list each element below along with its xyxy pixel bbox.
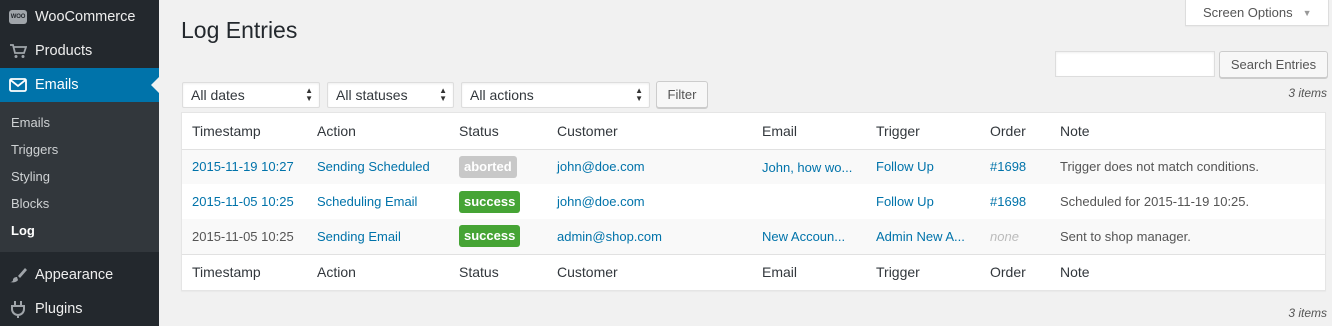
table-header-row: Timestamp Action Status Customer Email T… — [182, 113, 1325, 150]
table-row: 2015-11-05 10:25 Sending Email success a… — [182, 219, 1325, 254]
column-header-customer: Customer — [547, 113, 752, 150]
menu-item-label: Plugins — [35, 301, 83, 317]
trigger-link[interactable]: Admin New A... — [876, 229, 965, 244]
customer-link[interactable]: john@doe.com — [557, 159, 645, 174]
order-link[interactable]: #1698 — [990, 159, 1026, 174]
action-link[interactable]: Scheduling Email — [317, 194, 417, 209]
table-footer-row: Timestamp Action Status Customer Email T… — [182, 253, 1325, 289]
table-row: 2015-11-19 10:27 Sending Scheduled abort… — [182, 149, 1325, 184]
column-header-trigger: Trigger — [866, 113, 980, 150]
customer-link[interactable]: john@doe.com — [557, 194, 645, 209]
menu-item-plugins[interactable]: Plugins — [0, 292, 159, 326]
submenu-item-triggers[interactable]: Triggers — [0, 136, 159, 163]
order-link[interactable]: #1698 — [990, 194, 1026, 209]
woo-icon: WOO — [8, 7, 28, 27]
action-link[interactable]: Sending Scheduled — [317, 159, 430, 174]
column-header-email: Email — [752, 113, 866, 150]
submenu-item-log[interactable]: Log — [0, 217, 159, 244]
timestamp-link[interactable]: 2015-11-19 10:27 — [192, 159, 294, 174]
envelope-icon — [8, 75, 28, 95]
screen-options-button[interactable]: Screen Options ▼ — [1185, 0, 1329, 26]
column-footer-status: Status — [449, 253, 547, 289]
select-arrows-icon: ▲ ▼ — [305, 86, 313, 103]
status-badge: aborted — [459, 155, 517, 178]
main-content: Screen Options ▼ Log Entries Search Entr… — [159, 0, 1332, 326]
column-footer-timestamp: Timestamp — [182, 253, 307, 289]
trigger-link[interactable]: Follow Up — [876, 194, 934, 209]
search-entries-button[interactable]: Search Entries — [1219, 51, 1328, 78]
menu-item-appearance[interactable]: Appearance — [0, 258, 159, 292]
customer-link[interactable]: admin@shop.com — [557, 229, 662, 244]
column-footer-trigger: Trigger — [866, 253, 980, 289]
column-footer-email: Email — [752, 253, 866, 289]
timestamp-link[interactable]: 2015-11-05 10:25 — [192, 194, 294, 209]
email-link[interactable]: John, how wo... — [762, 160, 852, 175]
select-arrows-icon: ▲ ▼ — [439, 86, 447, 103]
menu-item-emails[interactable]: Emails — [0, 68, 159, 102]
status-badge: success — [459, 190, 521, 213]
submenu-item-blocks[interactable]: Blocks — [0, 190, 159, 217]
column-header-status: Status — [449, 113, 547, 150]
note-text: Trigger does not match conditions. — [1050, 149, 1325, 184]
column-header-action: Action — [307, 113, 449, 150]
actions-select[interactable]: All actions ▲ ▼ — [461, 82, 650, 108]
admin-sidebar: WOO WooCommerce Products Emails Emails T… — [0, 0, 159, 326]
items-count: 3 items — [1288, 86, 1327, 100]
email-link[interactable]: New Accoun... — [762, 229, 845, 244]
caret-down-icon: ▼ — [1302, 7, 1312, 18]
page-title: Log Entries — [181, 17, 298, 43]
menu-item-label: Products — [35, 43, 93, 59]
table-row: 2015-11-05 10:25 Scheduling Email succes… — [182, 184, 1325, 219]
items-count-bottom: 3 items — [1288, 306, 1327, 320]
status-badge: success — [459, 225, 521, 248]
plugin-icon — [8, 299, 28, 319]
actions-select-value: All actions — [470, 87, 534, 103]
email-cell — [752, 184, 866, 219]
column-footer-action: Action — [307, 253, 449, 289]
screen-options-label: Screen Options — [1203, 5, 1293, 20]
paintbrush-icon — [8, 265, 28, 285]
column-header-order: Order — [980, 113, 1050, 150]
column-footer-note: Note — [1050, 253, 1325, 289]
cart-icon — [8, 41, 28, 61]
action-link[interactable]: Sending Email — [317, 229, 401, 244]
submenu-item-styling[interactable]: Styling — [0, 163, 159, 190]
menu-item-label: Appearance — [35, 267, 114, 283]
filter-button[interactable]: Filter — [656, 81, 708, 108]
emails-submenu: Emails Triggers Styling Blocks Log — [0, 102, 159, 252]
note-text: Scheduled for 2015-11-19 10:25. — [1060, 194, 1250, 209]
menu-item-label: WooCommerce — [35, 9, 136, 25]
menu-item-woocommerce[interactable]: WOO WooCommerce — [0, 0, 159, 34]
statuses-select[interactable]: All statuses ▲ ▼ — [327, 82, 454, 108]
order-none: none — [990, 228, 1019, 244]
select-arrows-icon: ▲ ▼ — [635, 86, 643, 103]
note-text: Sent to shop manager. — [1050, 219, 1325, 254]
trigger-link[interactable]: Follow Up — [876, 159, 934, 174]
column-header-timestamp: Timestamp — [182, 113, 307, 150]
column-header-note: Note — [1050, 113, 1325, 150]
search-input[interactable] — [1055, 51, 1215, 77]
timestamp-text: 2015-11-05 10:25 — [182, 219, 307, 254]
log-table: Timestamp Action Status Customer Email T… — [181, 112, 1326, 291]
submenu-item-emails[interactable]: Emails — [0, 109, 159, 136]
menu-item-label: Emails — [35, 77, 79, 93]
menu-item-products[interactable]: Products — [0, 34, 159, 68]
dates-select-value: All dates — [191, 87, 245, 103]
statuses-select-value: All statuses — [336, 87, 408, 103]
dates-select[interactable]: All dates ▲ ▼ — [182, 82, 320, 108]
column-footer-order: Order — [980, 253, 1050, 289]
column-footer-customer: Customer — [547, 253, 752, 289]
